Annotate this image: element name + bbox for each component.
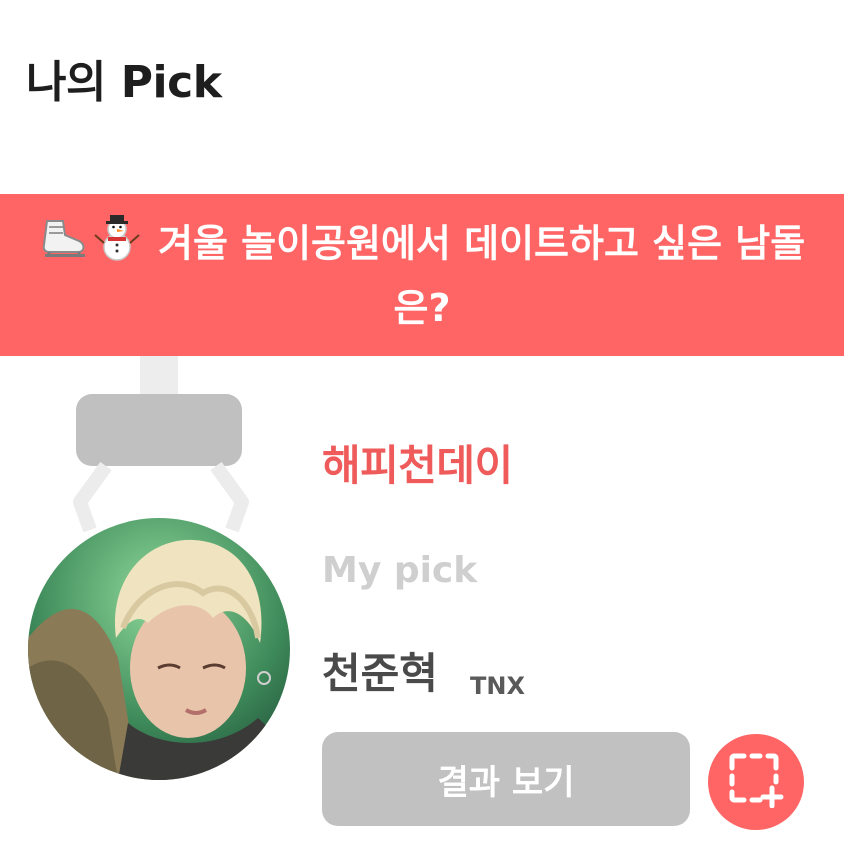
- page-title: 나의 Pick: [26, 57, 222, 108]
- screenshot-capture-icon: [728, 752, 784, 812]
- event-name: 해피천데이: [322, 441, 513, 490]
- question-text: 겨울 놀이공원에서 데이트하고 싶은 남돌은?: [157, 221, 806, 331]
- view-result-button[interactable]: 결과 보기: [322, 732, 690, 826]
- ice-skate-icon: [39, 215, 89, 277]
- snowman-icon: [93, 213, 141, 279]
- claw-head: [76, 394, 242, 466]
- claw-rod: [140, 356, 178, 398]
- question-banner: 겨울 놀이공원에서 데이트하고 싶은 남돌은?: [0, 194, 844, 356]
- pick-group: TNX: [470, 672, 525, 700]
- my-pick-label: My pick: [322, 550, 478, 591]
- pick-name: 천준혁: [322, 649, 438, 698]
- avatar: [28, 518, 290, 780]
- capture-button[interactable]: [708, 734, 804, 830]
